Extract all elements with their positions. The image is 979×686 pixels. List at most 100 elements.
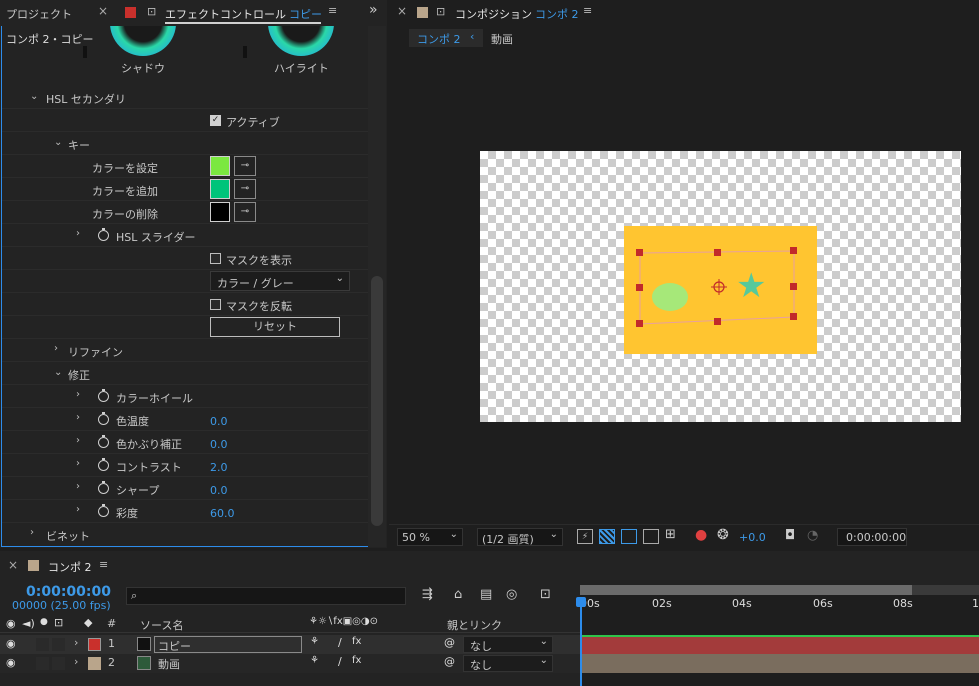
- current-time[interactable]: 0:00:00:00: [26, 584, 111, 600]
- time-graph[interactable]: 00s 02s 04s 06s 08s 1: [576, 585, 979, 686]
- quality-dropdown[interactable]: (1/2 画質) ⌄: [477, 528, 563, 546]
- temperature-value[interactable]: 0.0: [210, 415, 228, 428]
- parent-dropdown[interactable]: なし ⌄: [463, 655, 553, 672]
- comp-viewer-canvas[interactable]: ★: [480, 151, 961, 422]
- close-icon[interactable]: ×: [8, 558, 18, 572]
- stopwatch-icon[interactable]: [98, 389, 109, 402]
- scrollbar-track[interactable]: [368, 26, 386, 547]
- invert-mask-checkbox[interactable]: [210, 299, 221, 310]
- stopwatch-icon[interactable]: [98, 504, 109, 517]
- comp-mini-flowchart-icon[interactable]: ⇶: [422, 587, 433, 602]
- layer-row[interactable]: ◉ › 1 コピー ⚘ ∕ fx @ なし ⌄: [0, 635, 580, 654]
- chevron-right-icon[interactable]: ›: [76, 228, 80, 239]
- chevron-down-icon[interactable]: ⌄: [54, 367, 62, 378]
- audio-icon[interactable]: ◄): [22, 617, 35, 630]
- show-snapshot-icon[interactable]: ◔: [807, 528, 818, 543]
- menu-icon[interactable]: ≡: [99, 558, 108, 571]
- column-parent-link[interactable]: 親とリンク: [447, 617, 502, 633]
- solo-box[interactable]: [36, 638, 49, 651]
- work-area-bar[interactable]: [580, 585, 979, 595]
- motion-blur-icon[interactable]: ◎: [506, 587, 517, 602]
- effects-switch-icon[interactable]: fx: [352, 655, 361, 666]
- highlight-wheel[interactable]: [268, 26, 334, 58]
- chevron-right-icon[interactable]: ›: [74, 655, 78, 668]
- tab-effect-target[interactable]: コピー: [289, 6, 322, 22]
- snapshot-icon[interactable]: ◘: [785, 528, 795, 543]
- expand-panels-icon[interactable]: »: [369, 2, 378, 18]
- layer-rectangle[interactable]: ★: [624, 226, 817, 354]
- shy-icon[interactable]: ⌂: [454, 587, 462, 602]
- eye-icon[interactable]: ◉: [6, 637, 16, 650]
- solo-icon[interactable]: ●: [40, 617, 48, 627]
- chevron-right-icon[interactable]: ›: [76, 504, 80, 515]
- playhead[interactable]: [580, 599, 582, 686]
- close-icon[interactable]: ×: [397, 4, 407, 18]
- graph-editor-icon[interactable]: ⊡: [540, 587, 551, 602]
- pickwhip-icon[interactable]: @: [444, 655, 455, 668]
- tab-effect-controls[interactable]: エフェクトコントロール: [165, 6, 286, 22]
- quality-switch-icon[interactable]: ∕: [338, 655, 342, 668]
- search-input[interactable]: ⌕: [126, 587, 406, 605]
- remove-color-swatch[interactable]: [210, 202, 230, 222]
- channel-icon[interactable]: ●: [695, 527, 707, 543]
- lock-icon[interactable]: ⊡: [54, 616, 63, 629]
- reset-button[interactable]: リセット: [210, 317, 340, 337]
- eyedropper-icon[interactable]: ⊸: [234, 156, 256, 176]
- active-checkbox[interactable]: ✓: [210, 115, 221, 126]
- wheel-slider[interactable]: [83, 46, 87, 58]
- mask-mode-dropdown[interactable]: カラー / グレー ⌄: [210, 271, 350, 291]
- stopwatch-icon[interactable]: [98, 228, 109, 241]
- label-color[interactable]: [88, 657, 101, 670]
- lock-box[interactable]: [52, 638, 65, 651]
- scrollbar-thumb[interactable]: [371, 276, 383, 526]
- eyedropper-icon[interactable]: ⊸: [234, 179, 256, 199]
- zoom-dropdown[interactable]: 50 % ⌄: [397, 528, 463, 546]
- chevron-right-icon[interactable]: ›: [54, 343, 58, 354]
- region-of-interest-icon[interactable]: [643, 529, 659, 544]
- transform-box[interactable]: [624, 226, 817, 354]
- lock-box[interactable]: [52, 657, 65, 670]
- close-icon[interactable]: ×: [98, 4, 108, 18]
- composition-name[interactable]: コンポ 2: [535, 6, 579, 22]
- layer-bar-1[interactable]: [580, 635, 979, 654]
- pickwhip-icon[interactable]: @: [444, 636, 455, 649]
- menu-icon[interactable]: ≡: [328, 4, 337, 17]
- contrast-value[interactable]: 2.0: [210, 461, 228, 474]
- switches-icons[interactable]: ⚘☼∖fx▣◎◑⊙: [309, 616, 378, 627]
- chevron-right-icon[interactable]: ›: [76, 389, 80, 400]
- reset-exposure-icon[interactable]: ❂: [717, 527, 729, 543]
- chevron-right-icon[interactable]: ›: [30, 527, 34, 538]
- fast-preview-icon[interactable]: ⚡: [577, 529, 593, 544]
- chevron-down-icon[interactable]: ⌄: [30, 91, 38, 102]
- lock-icon[interactable]: ⊡: [147, 5, 156, 18]
- tab-project[interactable]: プロジェクト: [6, 6, 72, 22]
- timeline-comp-tab[interactable]: コンポ 2: [48, 559, 92, 575]
- timecode-field[interactable]: 0:00:00:00: [837, 528, 907, 546]
- label-icon[interactable]: ◆: [84, 616, 92, 629]
- column-source-name[interactable]: ソース名: [140, 617, 183, 633]
- chevron-right-icon[interactable]: ›: [76, 481, 80, 492]
- layer-row[interactable]: ◉ › 2 動画 ⚘ ∕ fx @ なし ⌄: [0, 654, 580, 673]
- solo-box[interactable]: [36, 657, 49, 670]
- stopwatch-icon[interactable]: [98, 481, 109, 494]
- shy-switch-icon[interactable]: ⚘: [310, 636, 319, 647]
- layer-name-field[interactable]: コピー: [154, 636, 302, 653]
- stopwatch-icon[interactable]: [98, 412, 109, 425]
- effects-switch-icon[interactable]: fx: [352, 636, 361, 647]
- sharpen-value[interactable]: 0.0: [210, 484, 228, 497]
- menu-icon[interactable]: ≡: [583, 4, 592, 17]
- comp-tab-other[interactable]: 動画: [491, 31, 513, 47]
- shadow-wheel[interactable]: [110, 26, 176, 58]
- layer-name[interactable]: 動画: [158, 656, 180, 672]
- lock-icon[interactable]: ⊡: [436, 5, 445, 18]
- label-color[interactable]: [88, 638, 101, 651]
- stopwatch-icon[interactable]: [98, 435, 109, 448]
- saturation-value[interactable]: 60.0: [210, 507, 235, 520]
- shy-switch-icon[interactable]: ⚘: [310, 655, 319, 666]
- show-mask-checkbox[interactable]: [210, 253, 221, 264]
- playhead-handle[interactable]: [576, 597, 586, 607]
- stopwatch-icon[interactable]: [98, 458, 109, 471]
- eyedropper-icon[interactable]: ⊸: [234, 202, 256, 222]
- wheel-slider[interactable]: [243, 46, 247, 58]
- mask-path-icon[interactable]: [621, 529, 637, 544]
